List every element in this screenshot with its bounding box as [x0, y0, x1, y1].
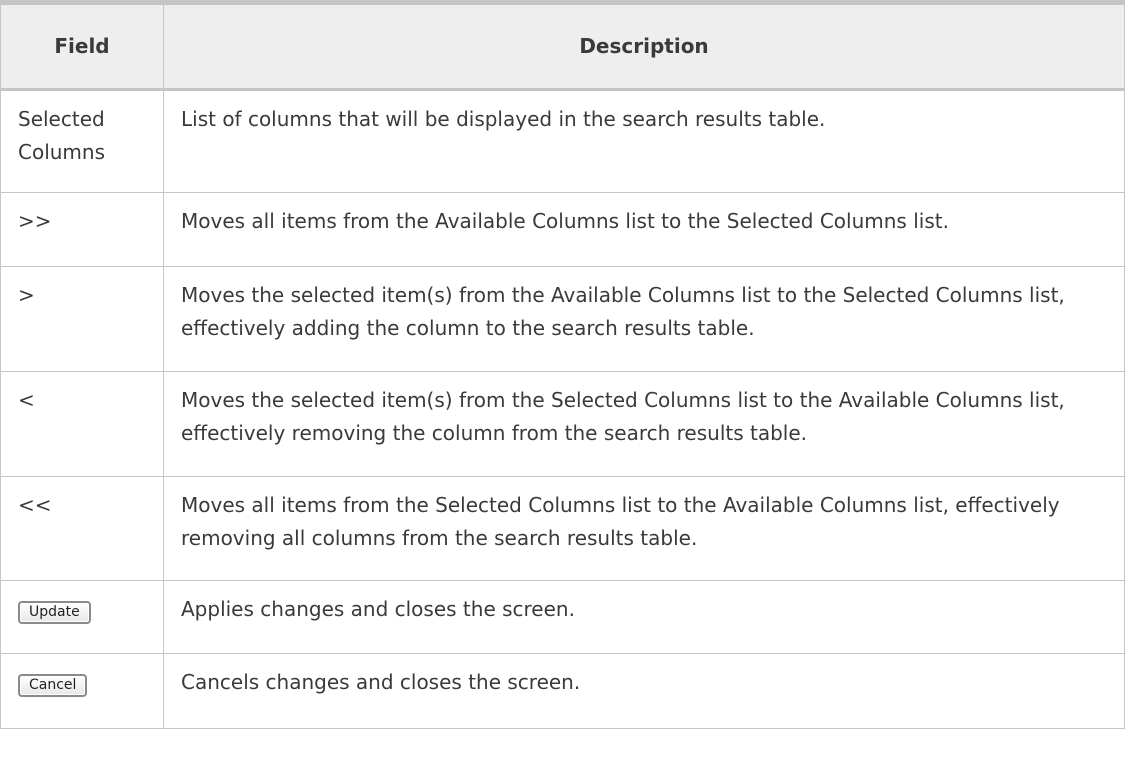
field-cell-selected-columns: Selected Columns: [0, 89, 164, 193]
field-cell-update: Update: [0, 580, 164, 654]
table-row: > Moves the selected item(s) from the Av…: [0, 266, 1125, 372]
field-cell-move-selected-left: <: [0, 371, 164, 477]
description-cell: Moves all items from the Selected Column…: [163, 476, 1125, 581]
description-cell: Cancels changes and closes the screen.: [163, 653, 1125, 729]
description-cell: Moves the selected item(s) from the Avai…: [163, 266, 1125, 372]
update-button[interactable]: Update: [18, 601, 91, 624]
description-cell: Applies changes and closes the screen.: [163, 580, 1125, 654]
field-description-table-container: Field Description Selected Columns List …: [0, 0, 1125, 776]
table-row: < Moves the selected item(s) from the Se…: [0, 371, 1125, 477]
description-cell: List of columns that will be displayed i…: [163, 89, 1125, 193]
table-row: Selected Columns List of columns that wi…: [0, 89, 1125, 193]
table-row: << Moves all items from the Selected Col…: [0, 476, 1125, 581]
table-header-row: Field Description: [0, 2, 1125, 91]
table-row: Update Applies changes and closes the sc…: [0, 580, 1125, 654]
field-description-table: Field Description Selected Columns List …: [0, 0, 1125, 729]
description-cell: Moves all items from the Available Colum…: [163, 192, 1125, 267]
field-cell-move-all-left: <<: [0, 476, 164, 581]
description-column-header: Description: [163, 2, 1125, 91]
cancel-button[interactable]: Cancel: [18, 674, 88, 697]
field-cell-move-selected-right: >: [0, 266, 164, 372]
description-cell: Moves the selected item(s) from the Sele…: [163, 371, 1125, 477]
field-column-header: Field: [0, 2, 164, 91]
table-row: >> Moves all items from the Available Co…: [0, 192, 1125, 267]
field-cell-cancel: Cancel: [0, 653, 164, 729]
table-row: Cancel Cancels changes and closes the sc…: [0, 653, 1125, 729]
field-cell-move-all-right: >>: [0, 192, 164, 267]
